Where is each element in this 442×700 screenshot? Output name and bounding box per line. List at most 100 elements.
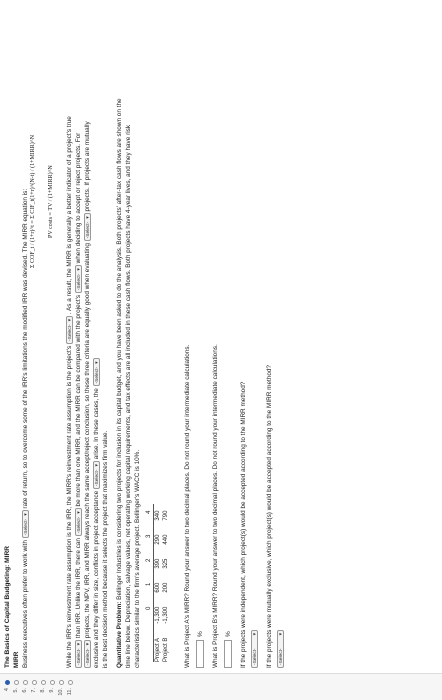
table-cell: 290 [155,534,161,545]
question-number: 11. [67,688,73,696]
text: exclusive and they differ in size, confl… [93,490,101,668]
table-header-cell: 2 [145,551,154,576]
project-b-mirr-input[interactable] [224,640,232,668]
chevron-down-icon: ▾ [68,318,73,322]
question-nav-item[interactable]: 4 [3,676,12,698]
select-dropdown[interactable]: -Select- ▾ [75,508,82,537]
status-dot-icon [32,680,37,685]
problem-line: Quantitative Problem: Bellinger Industri… [116,98,123,668]
select-dropdown[interactable]: -Select- ▾ [84,640,91,668]
select-value: -Select- [24,518,29,536]
status-dot-icon [14,680,19,685]
question-nav-item[interactable]: 11. [66,676,75,698]
select-value: -Select- [279,648,284,665]
table-cell: 790 [163,510,169,521]
question-nav-item[interactable]: 10. [57,676,66,698]
question-b-mirr: What is Project B's MIRR? Round your ans… [212,344,219,668]
select-dropdown[interactable]: -Select- ▾ [93,461,100,490]
row-label: Project A [155,637,161,662]
problem-line: time line below. Depreciation, salvage v… [125,124,132,668]
chevron-down-icon: ▾ [77,643,82,646]
intro-text-1: Business executives often prefer to work… [22,540,30,668]
table-header-cell: 1 [145,575,154,600]
chevron-down-icon: ▾ [86,216,91,219]
text: arise. In these cases, the [93,388,101,460]
select-value: -Select- [77,516,82,534]
question-number: 6. [22,688,28,693]
status-dot-icon [68,680,73,685]
question-nav-item[interactable]: 6. [21,676,30,698]
chevron-down-icon: ▾ [253,633,258,636]
percent-unit: % [225,631,232,637]
select-dropdown[interactable]: -Select- ▾ [75,640,82,668]
independent-select[interactable]: -Select- ▾ [251,630,258,668]
table-cell: 390 [155,558,161,569]
table-header-row: 0 1 2 3 4 [145,503,154,662]
table-header-cell: 0 [145,599,154,631]
mutually-exclusive-select[interactable]: -Select- ▾ [277,630,284,668]
page-canvas: 4 5. 6. 7. 8. 9. 10. 11. The Basics of Capital … [0,0,442,700]
question-nav-item[interactable]: 9. [48,676,57,698]
table-cell: 440 [163,534,169,545]
table-cell: -1,300 [163,606,169,624]
project-a-mirr-input[interactable] [196,640,204,668]
table-row: Project B -1,300 200 325 440 790 [162,504,170,662]
question-number: 10. [58,688,64,696]
paragraph-line: -Select- ▾ than IRR. Unlike the IRR, ther… [75,133,82,668]
question-number: 8. [40,688,46,693]
status-dot-icon [41,680,46,685]
select-value: -Select- [86,221,91,239]
section-heading: MIRR [13,651,20,668]
select-value: -Select- [77,273,82,291]
table-cell: 325 [163,558,169,569]
text: Bellinger Industries is considering two … [116,98,123,600]
question-number: 7. [31,688,37,693]
formula-top: Σ COF_t / (1+r)^t = Σ CIF_t(1+r)^(N-t) /… [30,135,36,268]
question-nav-item[interactable]: 5. [12,676,21,698]
chevron-down-icon: ▾ [95,464,100,467]
table-header-cell: 3 [145,527,154,552]
status-dot-icon [23,680,28,685]
mirr-formula: Σ COF_t / (1+r)^t = Σ CIF_t(1+r)^(N-t) /… [28,48,62,268]
table-cell: 340 [155,510,161,521]
text: projects. If projects are mutually [84,121,92,212]
table-row: Project A -1,300 600 390 290 340 [154,504,163,662]
formula-bottom: PV costs = TV / (1+MIRR)^N [48,165,54,238]
table-header-cell [145,630,154,662]
problem-label: Quantitative Problem: [116,601,123,668]
problem-line: characteristics similar to the firm's av… [134,449,141,668]
question-content: The Basics of Capital Budgeting: MIRR MI… [2,8,438,668]
page-title: The Basics of Capital Budgeting: MIRR [4,546,11,668]
question-nav-item[interactable]: 8. [39,676,48,698]
question-number: 9. [49,688,55,693]
select-dropdown[interactable]: -Select- ▾ [84,213,91,242]
answer-row: -Select- ▾ [251,630,258,668]
question-nav-item[interactable]: 7. [30,676,39,698]
table-cell: 200 [163,582,169,593]
chevron-down-icon: ▾ [24,513,29,516]
chevron-down-icon: ▾ [279,633,284,636]
cash-flow-table: 0 1 2 3 4 Project A -1,300 600 390 290 3… [145,503,170,662]
select-dropdown[interactable]: -Select- ▾ [75,265,82,294]
select-dropdown[interactable]: -Select- ▾ [93,358,100,387]
select-value: -Select- [95,366,100,384]
select-dropdown[interactable]: -Select- ▾ [22,510,29,539]
status-dot-icon [5,680,10,685]
chevron-down-icon: ▾ [86,643,91,646]
table-cell: 600 [155,582,161,593]
chevron-down-icon: ▾ [95,361,100,364]
select-dropdown[interactable]: -Select- ▾ [66,315,73,344]
table-header-cell: 4 [145,503,154,528]
select-value: -Select- [95,469,100,487]
question-navigation: 4 5. 6. 7. 8. 9. 10. 11. [0,673,442,700]
paragraph-line: -Select- ▾ projects, the NPV, IRR, and MI… [84,121,91,668]
row-label: Project B [163,637,169,662]
table-cell: -1,300 [155,606,161,624]
text: projects, the NPV, IRR, and MIRR always … [84,243,92,639]
select-value: -Select- [68,324,73,341]
text: While the IRR's reinvestment rate assump… [66,345,74,668]
status-dot-icon [59,680,64,685]
question-number: 5. [13,688,19,693]
select-value: -Select- [77,648,82,665]
chevron-down-icon: ▾ [77,511,82,514]
